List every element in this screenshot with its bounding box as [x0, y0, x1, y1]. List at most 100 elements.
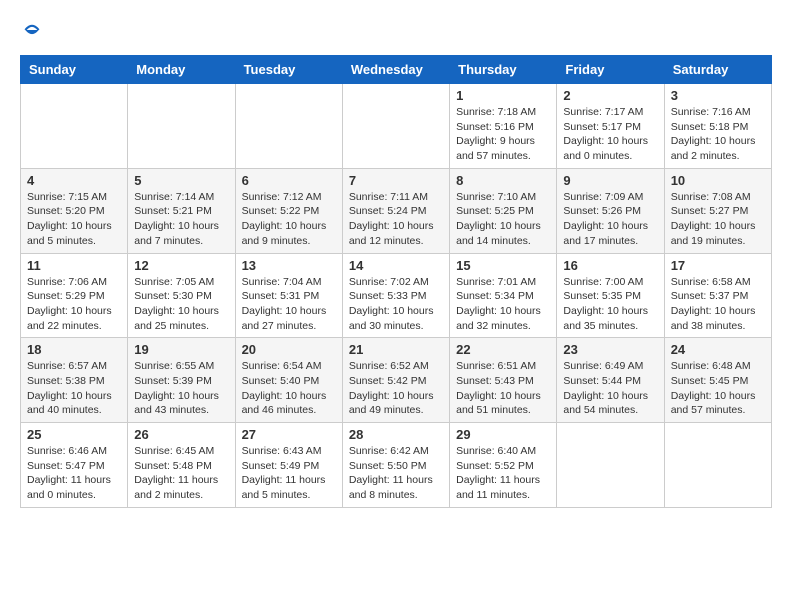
- day-header-tuesday: Tuesday: [235, 56, 342, 84]
- day-header-monday: Monday: [128, 56, 235, 84]
- day-number: 14: [349, 258, 443, 273]
- day-number: 11: [27, 258, 121, 273]
- calendar-cell: 6Sunrise: 7:12 AM Sunset: 5:22 PM Daylig…: [235, 168, 342, 253]
- day-info: Sunrise: 6:51 AM Sunset: 5:43 PM Dayligh…: [456, 359, 550, 418]
- day-info: Sunrise: 6:45 AM Sunset: 5:48 PM Dayligh…: [134, 444, 228, 503]
- day-info: Sunrise: 7:14 AM Sunset: 5:21 PM Dayligh…: [134, 190, 228, 249]
- day-number: 16: [563, 258, 657, 273]
- week-row-5: 25 Sunrise: 6:46 AM Sunset: 5:47 PM Dayli…: [21, 423, 772, 508]
- day-header-saturday: Saturday: [664, 56, 771, 84]
- day-info: Sunrise: 7:10 AM Sunset: 5:25 PM Dayligh…: [456, 190, 550, 249]
- day-info: Sunrise: 6:42 AM Sunset: 5:50 PM Dayligh…: [349, 444, 443, 503]
- calendar-cell: 3Sunrise: 7:16 AM Sunset: 5:18 PM Daylig…: [664, 84, 771, 169]
- calendar-cell: [128, 84, 235, 169]
- calendar-cell: 4 Sunrise: 7:15 AM Sunset: 5:20 PM Daylig…: [21, 168, 128, 253]
- calendar-cell: 22 Sunrise: 6:51 AM Sunset: 5:43 PM Dayli…: [450, 338, 557, 423]
- calendar-table: SundayMondayTuesdayWednesdayThursdayFrid…: [20, 55, 772, 508]
- day-number: 8: [456, 173, 550, 188]
- calendar-cell: 7Sunrise: 7:11 AM Sunset: 5:24 PM Daylig…: [342, 168, 449, 253]
- calendar-cell: 18 Sunrise: 6:57 AM Sunset: 5:38 PM Dayli…: [21, 338, 128, 423]
- calendar-cell: 15Sunrise: 7:01 AM Sunset: 5:34 PM Dayli…: [450, 253, 557, 338]
- day-number: 7: [349, 173, 443, 188]
- day-number: 27: [242, 427, 336, 442]
- day-number: 19: [134, 342, 228, 357]
- calendar-cell: 25 Sunrise: 6:46 AM Sunset: 5:47 PM Dayli…: [21, 423, 128, 508]
- day-info: Sunrise: 6:54 AM Sunset: 5:40 PM Dayligh…: [242, 359, 336, 418]
- calendar-cell: 11 Sunrise: 7:06 AM Sunset: 5:29 PM Dayli…: [21, 253, 128, 338]
- day-info: Sunrise: 7:15 AM Sunset: 5:20 PM Dayligh…: [27, 190, 121, 249]
- day-number: 4: [27, 173, 121, 188]
- calendar-cell: 9 Sunrise: 7:09 AM Sunset: 5:26 PM Daylig…: [557, 168, 664, 253]
- day-header-friday: Friday: [557, 56, 664, 84]
- logo: [20, 20, 42, 45]
- calendar-cell: [235, 84, 342, 169]
- day-number: 28: [349, 427, 443, 442]
- day-number: 20: [242, 342, 336, 357]
- day-number: 9: [563, 173, 657, 188]
- calendar-cell: 26Sunrise: 6:45 AM Sunset: 5:48 PM Dayli…: [128, 423, 235, 508]
- week-row-1: 1 Sunrise: 7:18 AM Sunset: 5:16 PM Daylig…: [21, 84, 772, 169]
- day-number: 5: [134, 173, 228, 188]
- day-number: 2: [563, 88, 657, 103]
- day-header-sunday: Sunday: [21, 56, 128, 84]
- calendar-cell: 29 Sunrise: 6:40 AM Sunset: 5:52 PM Dayli…: [450, 423, 557, 508]
- day-number: 13: [242, 258, 336, 273]
- week-row-2: 4 Sunrise: 7:15 AM Sunset: 5:20 PM Daylig…: [21, 168, 772, 253]
- day-info: Sunrise: 6:48 AM Sunset: 5:45 PM Dayligh…: [671, 359, 765, 418]
- day-number: 15: [456, 258, 550, 273]
- calendar-cell: 13 Sunrise: 7:04 AM Sunset: 5:31 PM Dayli…: [235, 253, 342, 338]
- day-number: 1: [456, 88, 550, 103]
- day-info: Sunrise: 7:05 AM Sunset: 5:30 PM Dayligh…: [134, 275, 228, 334]
- day-number: 10: [671, 173, 765, 188]
- day-header-thursday: Thursday: [450, 56, 557, 84]
- calendar-cell: 27 Sunrise: 6:43 AM Sunset: 5:49 PM Dayli…: [235, 423, 342, 508]
- day-info: Sunrise: 7:08 AM Sunset: 5:27 PM Dayligh…: [671, 190, 765, 249]
- calendar-cell: 17 Sunrise: 6:58 AM Sunset: 5:37 PM Dayli…: [664, 253, 771, 338]
- calendar-cell: 5 Sunrise: 7:14 AM Sunset: 5:21 PM Daylig…: [128, 168, 235, 253]
- calendar-cell: 8 Sunrise: 7:10 AM Sunset: 5:25 PM Daylig…: [450, 168, 557, 253]
- day-info: Sunrise: 7:18 AM Sunset: 5:16 PM Dayligh…: [456, 105, 550, 164]
- day-number: 25: [27, 427, 121, 442]
- calendar-cell: 16 Sunrise: 7:00 AM Sunset: 5:35 PM Dayli…: [557, 253, 664, 338]
- calendar-cell: 20 Sunrise: 6:54 AM Sunset: 5:40 PM Dayli…: [235, 338, 342, 423]
- day-info: Sunrise: 6:49 AM Sunset: 5:44 PM Dayligh…: [563, 359, 657, 418]
- calendar-cell: [664, 423, 771, 508]
- day-info: Sunrise: 6:46 AM Sunset: 5:47 PM Dayligh…: [27, 444, 121, 503]
- day-number: 23: [563, 342, 657, 357]
- calendar-cell: 24 Sunrise: 6:48 AM Sunset: 5:45 PM Dayli…: [664, 338, 771, 423]
- day-info: Sunrise: 7:02 AM Sunset: 5:33 PM Dayligh…: [349, 275, 443, 334]
- calendar-cell: 12 Sunrise: 7:05 AM Sunset: 5:30 PM Dayli…: [128, 253, 235, 338]
- day-number: 21: [349, 342, 443, 357]
- calendar-cell: 14 Sunrise: 7:02 AM Sunset: 5:33 PM Dayli…: [342, 253, 449, 338]
- day-info: Sunrise: 6:55 AM Sunset: 5:39 PM Dayligh…: [134, 359, 228, 418]
- day-number: 18: [27, 342, 121, 357]
- days-header-row: SundayMondayTuesdayWednesdayThursdayFrid…: [21, 56, 772, 84]
- day-info: Sunrise: 7:17 AM Sunset: 5:17 PM Dayligh…: [563, 105, 657, 164]
- calendar-cell: [342, 84, 449, 169]
- calendar-cell: 19 Sunrise: 6:55 AM Sunset: 5:39 PM Dayli…: [128, 338, 235, 423]
- logo-icon: [22, 20, 42, 40]
- day-header-wednesday: Wednesday: [342, 56, 449, 84]
- day-info: Sunrise: 7:04 AM Sunset: 5:31 PM Dayligh…: [242, 275, 336, 334]
- day-info: Sunrise: 6:43 AM Sunset: 5:49 PM Dayligh…: [242, 444, 336, 503]
- calendar-cell: [557, 423, 664, 508]
- calendar-cell: 2 Sunrise: 7:17 AM Sunset: 5:17 PM Daylig…: [557, 84, 664, 169]
- week-row-3: 11 Sunrise: 7:06 AM Sunset: 5:29 PM Dayli…: [21, 253, 772, 338]
- day-info: Sunrise: 6:40 AM Sunset: 5:52 PM Dayligh…: [456, 444, 550, 503]
- day-info: Sunrise: 7:06 AM Sunset: 5:29 PM Dayligh…: [27, 275, 121, 334]
- calendar-cell: [21, 84, 128, 169]
- calendar-cell: 28 Sunrise: 6:42 AM Sunset: 5:50 PM Dayli…: [342, 423, 449, 508]
- day-number: 17: [671, 258, 765, 273]
- day-info: Sunrise: 7:00 AM Sunset: 5:35 PM Dayligh…: [563, 275, 657, 334]
- day-info: Sunrise: 6:52 AM Sunset: 5:42 PM Dayligh…: [349, 359, 443, 418]
- week-row-4: 18 Sunrise: 6:57 AM Sunset: 5:38 PM Dayli…: [21, 338, 772, 423]
- day-number: 24: [671, 342, 765, 357]
- day-number: 29: [456, 427, 550, 442]
- day-number: 22: [456, 342, 550, 357]
- day-info: Sunrise: 6:58 AM Sunset: 5:37 PM Dayligh…: [671, 275, 765, 334]
- day-info: Sunrise: 7:09 AM Sunset: 5:26 PM Dayligh…: [563, 190, 657, 249]
- day-number: 3: [671, 88, 765, 103]
- day-number: 12: [134, 258, 228, 273]
- calendar-cell: 1 Sunrise: 7:18 AM Sunset: 5:16 PM Daylig…: [450, 84, 557, 169]
- day-info: Sunrise: 6:57 AM Sunset: 5:38 PM Dayligh…: [27, 359, 121, 418]
